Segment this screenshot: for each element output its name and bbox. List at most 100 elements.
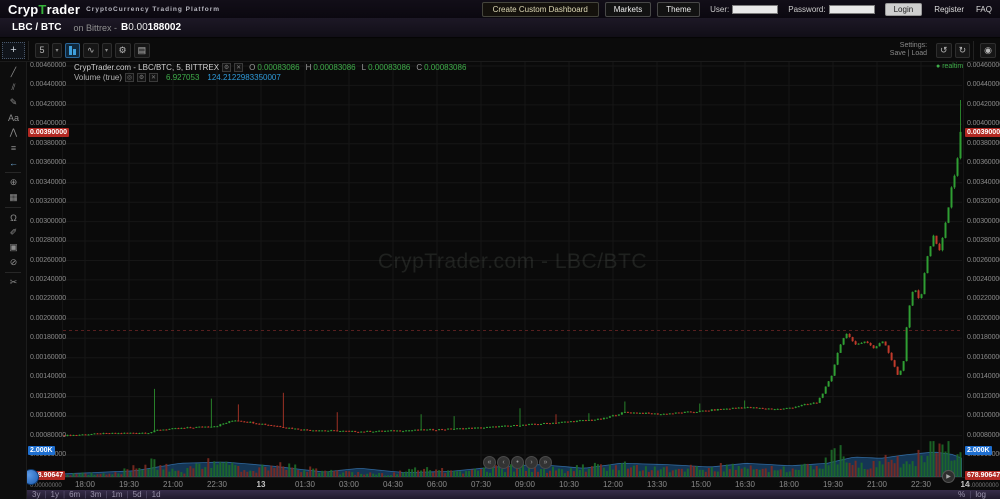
crosshair-tool-button[interactable]: +: [2, 42, 25, 59]
arrow-marker-icon[interactable]: ←: [0, 155, 27, 170]
low-value: 0.00083086: [368, 63, 410, 72]
user-input[interactable]: [732, 5, 778, 14]
measure-icon[interactable]: ▦: [0, 190, 27, 205]
create-dashboard-button[interactable]: Create Custom Dashboard: [482, 2, 599, 17]
interval-button[interactable]: 5: [35, 43, 49, 58]
replay-jump-start-button[interactable]: «: [483, 456, 496, 469]
tool-divider: [5, 272, 21, 273]
percent-scale-toggle[interactable]: %: [958, 490, 965, 499]
time-axis[interactable]: 18:0019:3021:0022:301301:3003:0004:3006:…: [27, 477, 1000, 490]
scale-divider: |: [969, 490, 971, 499]
chart-style-button[interactable]: ∿: [83, 43, 99, 58]
range-1d-button[interactable]: 1d: [152, 490, 161, 499]
volume-eye-icon[interactable]: ◎: [125, 73, 134, 82]
chart-settings-button[interactable]: ⚙: [115, 43, 131, 58]
remove-drawings-icon[interactable]: ✂: [0, 275, 27, 290]
drawing-mode-icon[interactable]: ✐: [0, 225, 27, 240]
price-tick-label: 0.00120000: [30, 393, 66, 400]
range-3y-button[interactable]: 3y: [32, 490, 40, 499]
undo-button[interactable]: ↺: [936, 43, 952, 58]
price-tick-label: 0.00260000: [967, 257, 1000, 264]
range-bar: 3y|1y|6m|3m|1m|5d|1d % | log: [0, 490, 1000, 499]
time-tick-label: 18:00: [779, 480, 799, 489]
interval-dropdown[interactable]: ▾: [52, 43, 62, 58]
theme-button[interactable]: Theme: [657, 2, 700, 17]
redo-button[interactable]: ↻: [955, 43, 971, 58]
chart-legend: CrypTrader.com - LBC/BTC, 5, BITTREX ⚙ ✕…: [74, 63, 466, 72]
login-button[interactable]: Login: [885, 3, 923, 16]
replay-jump-end-button[interactable]: »: [539, 456, 552, 469]
symbol-exchange: on Bittrex -: [73, 23, 117, 33]
price-tick-label: 0.00440000: [30, 81, 66, 88]
save-load-links[interactable]: Save | Load: [890, 50, 927, 58]
price-tick-label: 0.00360000: [30, 159, 66, 166]
password-input[interactable]: [829, 5, 875, 14]
price-tick-label: 0.00280000: [30, 237, 66, 244]
price-tick-label: 0.00320000: [967, 198, 1000, 205]
app-logo[interactable]: CrypTrader: [8, 2, 80, 17]
price-tick-label: 0.00420000: [967, 101, 1000, 108]
price-tick-label: 0.00160000: [967, 354, 1000, 361]
time-tick-label: 16:30: [735, 480, 755, 489]
volume-settings-icon[interactable]: ⚙: [137, 73, 146, 82]
price-tick-label: 0.00380000: [967, 140, 1000, 147]
camera-snapshot-button[interactable]: ◉: [980, 43, 996, 58]
magnet-icon[interactable]: Ω: [0, 210, 27, 225]
range-5d-button[interactable]: 5d: [133, 490, 142, 499]
scroll-right-button[interactable]: ▶: [942, 470, 955, 483]
faq-link[interactable]: FAQ: [976, 5, 992, 14]
volume-legend-title: Volume (true): [74, 73, 122, 82]
range-divider: |: [84, 490, 86, 499]
price-tick-label: 0.00360000: [967, 159, 1000, 166]
style-dropdown[interactable]: ▾: [102, 43, 112, 58]
replay-step-back-button[interactable]: ‹: [497, 456, 510, 469]
replay-step-forward-button[interactable]: ›: [525, 456, 538, 469]
time-tick-label: 12:00: [603, 480, 623, 489]
channel-icon[interactable]: ⫽: [0, 80, 27, 95]
price-tick-label: 0.00280000: [967, 237, 1000, 244]
replay-pause-button[interactable]: •: [511, 456, 524, 469]
range-3m-button[interactable]: 3m: [90, 490, 101, 499]
price-axis-left[interactable]: 0.004600000.004400000.004200000.00400000…: [27, 62, 63, 477]
price-axis-right[interactable]: 0.004600000.004400000.004200000.00400000…: [963, 62, 1000, 477]
app-tagline: CryptoCurrency Trading Platform: [86, 6, 220, 13]
volume-value: 6.927053: [166, 73, 199, 82]
close-value: 0.00083086: [424, 63, 466, 72]
fib-retracement-icon[interactable]: ≡: [0, 140, 27, 155]
high-label: H: [306, 63, 312, 72]
indicators-button[interactable]: ▤: [134, 43, 151, 58]
range-1y-button[interactable]: 1y: [51, 490, 59, 499]
volume-close-icon[interactable]: ✕: [149, 73, 158, 82]
time-tick-label: 21:00: [867, 480, 887, 489]
price-tick-label: 0.00080000: [967, 432, 1000, 439]
candlestick-icon: [69, 46, 76, 55]
range-6m-button[interactable]: 6m: [69, 490, 80, 499]
register-link[interactable]: Register: [934, 5, 964, 14]
hide-drawings-icon[interactable]: ⊘: [0, 255, 27, 270]
time-tick-label: 06:00: [427, 480, 447, 489]
lock-drawings-icon[interactable]: ▣: [0, 240, 27, 255]
price-tick-label: 0.00140000: [30, 373, 66, 380]
price-tick-label: 0.00100000: [967, 412, 1000, 419]
time-tick-label: 13:30: [647, 480, 667, 489]
brush-icon[interactable]: ✎: [0, 95, 27, 110]
zoom-in-icon[interactable]: ⊕: [0, 175, 27, 190]
time-tick-label: 13: [257, 480, 266, 489]
legend-close-icon[interactable]: ✕: [234, 63, 243, 72]
trend-line-icon[interactable]: ╱: [0, 65, 27, 80]
time-tick-label: 21:00: [163, 480, 183, 489]
text-icon[interactable]: Aa: [0, 110, 27, 125]
legend-settings-icon[interactable]: ⚙: [222, 63, 231, 72]
log-scale-toggle[interactable]: log: [975, 490, 986, 499]
range-1m-button[interactable]: 1m: [111, 490, 122, 499]
settings-save-load: Settings: Save | Load: [890, 42, 927, 58]
symbol-pair: LBC / BTC: [12, 22, 61, 33]
xabcd-pattern-icon[interactable]: ⋀: [0, 125, 27, 140]
price-tick-label: 0.00240000: [967, 276, 1000, 283]
price-tick-label: 0.00320000: [30, 198, 66, 205]
price-tick-label: 0.00160000: [30, 354, 66, 361]
candlestick-style-button[interactable]: [65, 43, 80, 58]
legend-title: CrypTrader.com - LBC/BTC, 5, BITTREX: [74, 63, 219, 72]
open-label: O: [249, 63, 255, 72]
markets-button[interactable]: Markets: [605, 2, 651, 17]
